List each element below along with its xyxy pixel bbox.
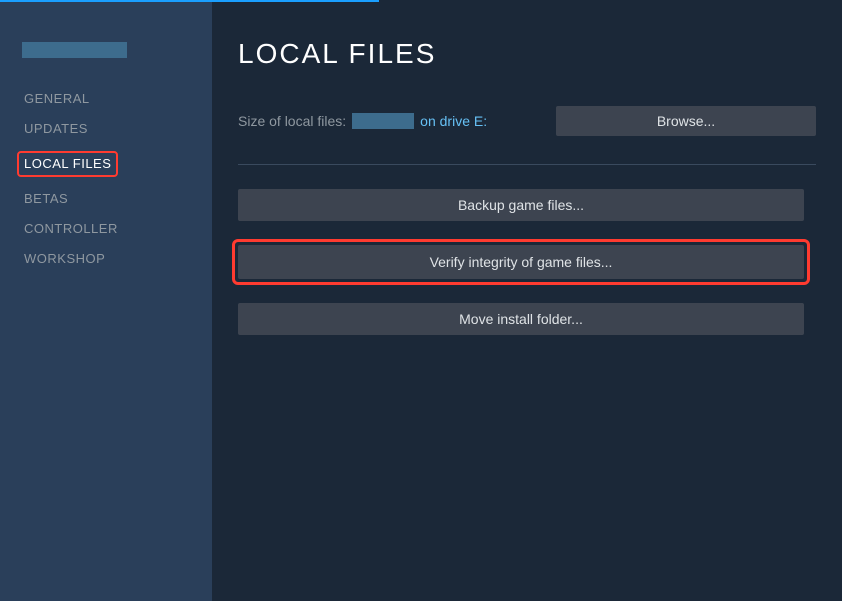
sidebar-item-label: WORKSHOP [24, 251, 105, 266]
sidebar-game-title-redacted [22, 42, 127, 58]
verify-button[interactable]: Verify integrity of game files... [238, 245, 804, 279]
sidebar-item-label: CONTROLLER [24, 221, 118, 236]
verify-button-highlight: Verify integrity of game files... [232, 239, 810, 285]
size-label: Size of local files: [238, 113, 346, 129]
sidebar-item-label: BETAS [24, 191, 68, 206]
sidebar-item-label: UPDATES [24, 121, 88, 136]
sidebar-item-general[interactable]: GENERAL [0, 84, 212, 114]
main-content: LOCAL FILES Size of local files: on driv… [212, 2, 842, 601]
local-files-info-row: Size of local files: on drive E: Browse.… [238, 106, 816, 136]
move-folder-button[interactable]: Move install folder... [238, 303, 804, 335]
sidebar-item-updates[interactable]: UPDATES [0, 114, 212, 144]
sidebar-item-controller[interactable]: CONTROLLER [0, 214, 212, 244]
sidebar-item-local-files[interactable]: LOCAL FILES [0, 144, 212, 184]
sidebar-item-workshop[interactable]: WORKSHOP [0, 244, 212, 274]
sidebar: GENERAL UPDATES LOCAL FILES BETAS CONTRO… [0, 2, 212, 601]
browse-button[interactable]: Browse... [556, 106, 816, 136]
sidebar-item-label: GENERAL [24, 91, 90, 106]
size-value-redacted [352, 113, 414, 129]
sidebar-item-betas[interactable]: BETAS [0, 184, 212, 214]
backup-button[interactable]: Backup game files... [238, 189, 804, 221]
page-title: LOCAL FILES [238, 38, 816, 70]
divider [238, 164, 816, 165]
drive-label: on drive E: [420, 113, 487, 129]
sidebar-item-label: LOCAL FILES [17, 151, 118, 177]
